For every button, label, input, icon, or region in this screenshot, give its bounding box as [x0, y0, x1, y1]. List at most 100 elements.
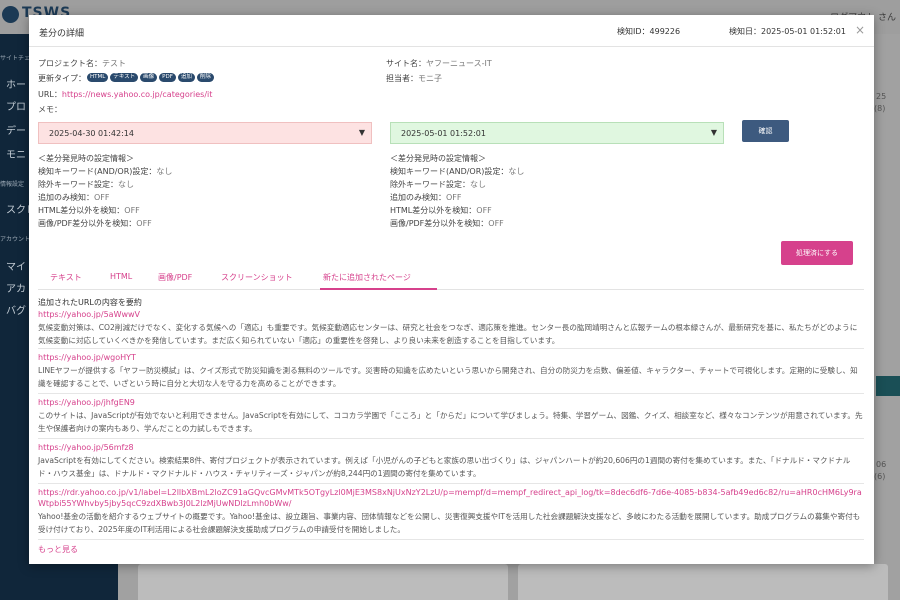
site-value: ヤフーニュース-IT [426, 59, 492, 68]
sidebar-item-project[interactable]: プロ [6, 98, 26, 113]
setting-label: 除外キーワード設定： [38, 180, 118, 189]
setting-label: 検知キーワード(AND/OR)設定： [38, 167, 157, 176]
chevron-down-icon: ▼ [710, 128, 717, 137]
update-type-badges: HTML テキスト 画像 PDF 追加 削除 [87, 73, 214, 82]
diff-detail-modal: 差分の詳細 検知ID：499226 検知日：2025-05-01 01:52:0… [29, 15, 874, 564]
compare-date-select-right[interactable]: 2025-05-01 01:52:01 ▼ [390, 122, 724, 144]
url-label: URL： [38, 90, 62, 99]
summary-title: 追加されたURLの内容を要約 [38, 298, 142, 307]
settings-right: ＜差分発見時の設定情報＞ 検知キーワード(AND/OR)設定：なし 除外キーワー… [390, 152, 524, 230]
sidebar-group-label: 情報設定 [0, 181, 25, 188]
mark-processed-button[interactable]: 処理済にする [781, 241, 853, 265]
setting-row: 画像/PDF差分以外を検知：OFF [38, 217, 172, 230]
site-url-link[interactable]: https://news.yahoo.co.jp/categories/it [62, 90, 213, 99]
sidebar-item-monitor[interactable]: モニ [6, 146, 26, 161]
badge-image: 画像 [140, 73, 158, 82]
sidebar-item-mypage[interactable]: マイ [6, 258, 26, 273]
setting-label: 画像/PDF差分以外を検知： [38, 219, 137, 228]
setting-label: 画像/PDF差分以外を検知： [390, 219, 489, 228]
setting-value: なし [508, 167, 525, 176]
site-info: サイト名：ヤフーニュース-IT [386, 58, 492, 69]
setting-value: OFF [476, 206, 492, 215]
close-icon[interactable]: × [855, 23, 865, 37]
count-label: 25 [876, 92, 887, 101]
select-right-value: 2025-05-01 01:52:01 [401, 128, 486, 138]
tab-text[interactable]: テキスト [50, 272, 82, 283]
badge-html: HTML [87, 73, 109, 82]
active-tab-indicator [320, 288, 437, 290]
project-label: プロジェクト名： [38, 59, 102, 68]
setting-label: 追加のみ検知： [38, 193, 94, 202]
setting-value: OFF [124, 206, 140, 215]
app-logo-icon [2, 6, 19, 23]
setting-value: OFF [94, 193, 110, 202]
setting-row: HTML差分以外を検知：OFF [38, 204, 172, 217]
setting-row: 検知キーワード(AND/OR)設定：なし [390, 165, 524, 178]
entry-url-link[interactable]: https://rdr.yahoo.co.jp/v1/label=L2llbXB… [38, 487, 864, 509]
tab-html[interactable]: HTML [110, 272, 132, 281]
setting-label: HTML差分以外を検知： [38, 206, 125, 215]
list-item: https://yahoo.jp/wgoHYT LINEヤフーが提供する「ヤフー… [38, 352, 864, 394]
update-type-label: 更新タイプ： [38, 74, 86, 83]
settings-heading: ＜差分発見時の設定情報＞ [390, 154, 486, 163]
show-more-link[interactable]: もっと見る [38, 544, 78, 555]
tab-image-pdf[interactable]: 画像/PDF [158, 272, 192, 283]
modal-header: 差分の詳細 検知ID：499226 検知日：2025-05-01 01:52:0… [29, 15, 874, 47]
entry-url-link[interactable]: https://yahoo.jp/56mfz8 [38, 442, 864, 453]
badge-added: 追加 [177, 73, 195, 82]
setting-label: 除外キーワード設定： [390, 180, 470, 189]
owner-info: 担当者：モニ子 [386, 73, 442, 84]
settings-left: ＜差分発見時の設定情報＞ 検知キーワード(AND/OR)設定：なし 除外キーワー… [38, 152, 172, 230]
setting-label: 追加のみ検知： [390, 193, 446, 202]
owner-label: 担当者： [386, 74, 418, 83]
owner-value: モニ子 [418, 74, 442, 83]
chevron-down-icon: ▼ [358, 128, 365, 137]
confirm-button[interactable]: 確認 [742, 120, 789, 142]
detect-id: 検知ID：499226 [617, 27, 681, 36]
setting-row: 検知キーワード(AND/OR)設定：なし [38, 165, 172, 178]
count-label: (8) [874, 104, 886, 113]
entry-url-link[interactable]: https://yahoo.jp/jhfgEN9 [38, 397, 864, 408]
project-value: テスト [102, 59, 126, 68]
entry-summary: このサイトは、JavaScriptが有効でないと利用できません。JavaScri… [38, 411, 863, 433]
memo-label: メモ： [38, 105, 62, 114]
url-info: URL：https://news.yahoo.co.jp/categories/… [38, 89, 212, 100]
setting-label: HTML差分以外を検知： [390, 206, 477, 215]
setting-row: 追加のみ検知：OFF [38, 191, 172, 204]
list-item: https://yahoo.jp/5aWwwV 気候変動対策は、CO2削減だけで… [38, 309, 864, 349]
modal-title: 差分の詳細 [39, 29, 85, 39]
detect-date: 検知日：2025-05-01 01:52:01 [729, 27, 846, 36]
settings-heading: ＜差分発見時の設定情報＞ [38, 154, 134, 163]
setting-label: 検知キーワード(AND/OR)設定： [390, 167, 509, 176]
entry-summary: LINEヤフーが提供する「ヤフー防災模試」は、クイズ形式で防災知識を測る無料のツ… [38, 366, 858, 388]
setting-value: OFF [446, 193, 462, 202]
site-label: サイト名： [386, 59, 426, 68]
badge-deleted: 削除 [196, 73, 214, 82]
setting-row: 除外キーワード設定：なし [390, 178, 524, 191]
setting-value: OFF [136, 219, 152, 228]
compare-date-select-left[interactable]: 2025-04-30 01:42:14 ▼ [38, 122, 372, 144]
sidebar-item-account[interactable]: アカ [6, 280, 26, 295]
setting-value: OFF [488, 219, 504, 228]
setting-row: 追加のみ検知：OFF [390, 191, 524, 204]
entry-summary: Yahoo!基金の活動を紹介するウェブサイトの概要です。Yahoo!基金は、設立… [38, 512, 861, 534]
sidebar-item-data[interactable]: デー [6, 122, 26, 137]
list-item: https://rdr.yahoo.co.jp/v1/label=L2llbXB… [38, 487, 864, 540]
entry-url-link[interactable]: https://yahoo.jp/5aWwwV [38, 309, 864, 320]
sidebar-item-bug[interactable]: バグ [6, 302, 26, 317]
sidebar-item-home[interactable]: ホー [6, 76, 26, 91]
list-item: https://yahoo.jp/56mfz8 JavaScriptを有効にして… [38, 442, 864, 484]
tab-new-pages[interactable]: 新たに追加されたページ [323, 272, 411, 283]
setting-value: なし [118, 180, 134, 189]
entry-url-link[interactable]: https://yahoo.jp/wgoHYT [38, 352, 864, 363]
card [138, 564, 508, 600]
badge-pdf: PDF [159, 73, 176, 82]
project-info: プロジェクト名：テスト [38, 58, 126, 69]
card [518, 564, 888, 600]
count-label: (6) [874, 472, 886, 481]
entry-summary: JavaScriptを有効にしてください。検索結果8件、寄付プロジェクトが表示さ… [38, 456, 851, 478]
action-button[interactable] [876, 376, 900, 396]
entry-summary: 気候変動対策は、CO2削減だけでなく、変化する気候への「適応」も重要です。気候変… [38, 323, 858, 345]
tab-screenshot[interactable]: スクリーンショット [221, 272, 293, 283]
setting-value: なし [470, 180, 486, 189]
